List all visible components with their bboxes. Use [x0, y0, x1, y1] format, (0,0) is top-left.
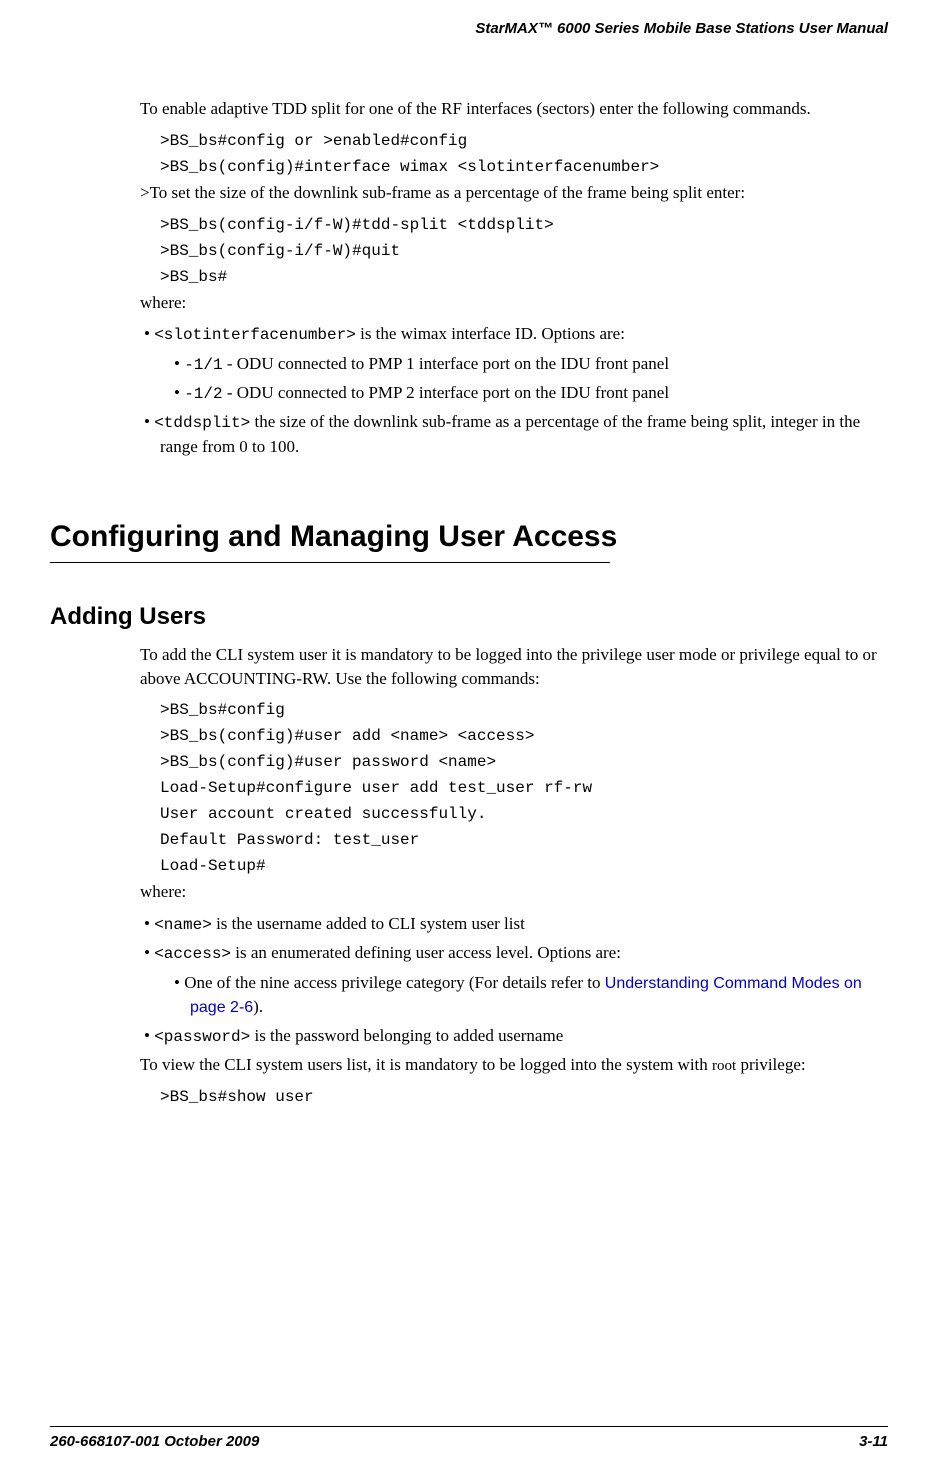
bullet-item-nested: • -1/1 - ODU connected to PMP 1 interfac…: [50, 352, 888, 377]
paragraph: where:: [50, 880, 888, 904]
code-inline: -1/2: [184, 385, 222, 403]
bullet-item: • <tddsplit> the size of the downlink su…: [50, 410, 888, 460]
code-line: >BS_bs(config)#user add <name> <access>: [50, 724, 888, 748]
code-line: >BS_bs#: [50, 265, 888, 289]
text: One of the nine access privilege categor…: [184, 973, 605, 992]
code-line: >BS_bs(config)#interface wimax <slotinte…: [50, 155, 888, 179]
heading-2: Adding Users: [50, 603, 888, 631]
text: privilege:: [736, 1055, 805, 1074]
code-line: >BS_bs#show user: [50, 1085, 888, 1109]
code-inline: <access>: [154, 945, 231, 963]
text: is the username added to CLI system user…: [212, 914, 525, 933]
code-line: Default Password: test_user: [50, 828, 888, 852]
code-line: >BS_bs(config)#user password <name>: [50, 750, 888, 774]
page-footer: 260-668107-001 October 2009 3-11: [50, 1426, 888, 1450]
heading-1: Configuring and Managing User Access: [50, 520, 888, 554]
paragraph: To view the CLI system users list, it is…: [50, 1053, 888, 1077]
code-line: >BS_bs#config: [50, 698, 888, 722]
code-inline: <password>: [154, 1028, 250, 1046]
code-inline: -1/1: [184, 356, 222, 374]
code-inline: <slotinterfacenumber>: [154, 326, 356, 344]
code-line: Load-Setup#configure user add test_user …: [50, 776, 888, 800]
paragraph: To add the CLI system user it is mandato…: [50, 643, 888, 691]
code-line: >BS_bs(config-i/f-W)#tdd-split <tddsplit…: [50, 213, 888, 237]
text: is the wimax interface ID. Options are:: [356, 324, 625, 343]
code-line: Load-Setup#: [50, 854, 888, 878]
text: the size of the downlink sub-frame as a …: [160, 412, 860, 456]
paragraph: To enable adaptive TDD split for one of …: [50, 97, 888, 121]
bullet-item: • <name> is the username added to CLI sy…: [50, 912, 888, 937]
text: - ODU connected to PMP 1 interface port …: [223, 354, 669, 373]
bullet-item-nested: • -1/2 - ODU connected to PMP 2 interfac…: [50, 381, 888, 406]
paragraph: >To set the size of the downlink sub-fra…: [50, 181, 888, 205]
text: To view the CLI system users list, it is…: [140, 1055, 712, 1074]
text: is the password belonging to added usern…: [250, 1026, 563, 1045]
footer-page-number: 3-11: [859, 1433, 888, 1450]
bullet-item-nested: • One of the nine access privilege categ…: [50, 971, 888, 1020]
text: ).: [253, 997, 263, 1016]
code-line: >BS_bs(config-i/f-W)#quit: [50, 239, 888, 263]
paragraph: where:: [50, 291, 888, 315]
text: - ODU connected to PMP 2 interface port …: [223, 383, 669, 402]
code-inline: root: [712, 1058, 736, 1074]
code-line: >BS_bs#config or >enabled#config: [50, 129, 888, 153]
bullet-item: • <password> is the password belonging t…: [50, 1024, 888, 1049]
text: is an enumerated defining user access le…: [231, 943, 621, 962]
bullet-item: • <access> is an enumerated defining use…: [50, 941, 888, 966]
bullet-item: • <slotinterfacenumber> is the wimax int…: [50, 322, 888, 347]
footer-left: 260-668107-001 October 2009: [50, 1433, 259, 1450]
page-header: StarMAX™ 6000 Series Mobile Base Station…: [50, 20, 888, 37]
heading-rule: [50, 562, 610, 563]
code-inline: <name>: [154, 916, 212, 934]
code-line: User account created successfully.: [50, 802, 888, 826]
code-inline: <tddsplit>: [154, 414, 250, 432]
